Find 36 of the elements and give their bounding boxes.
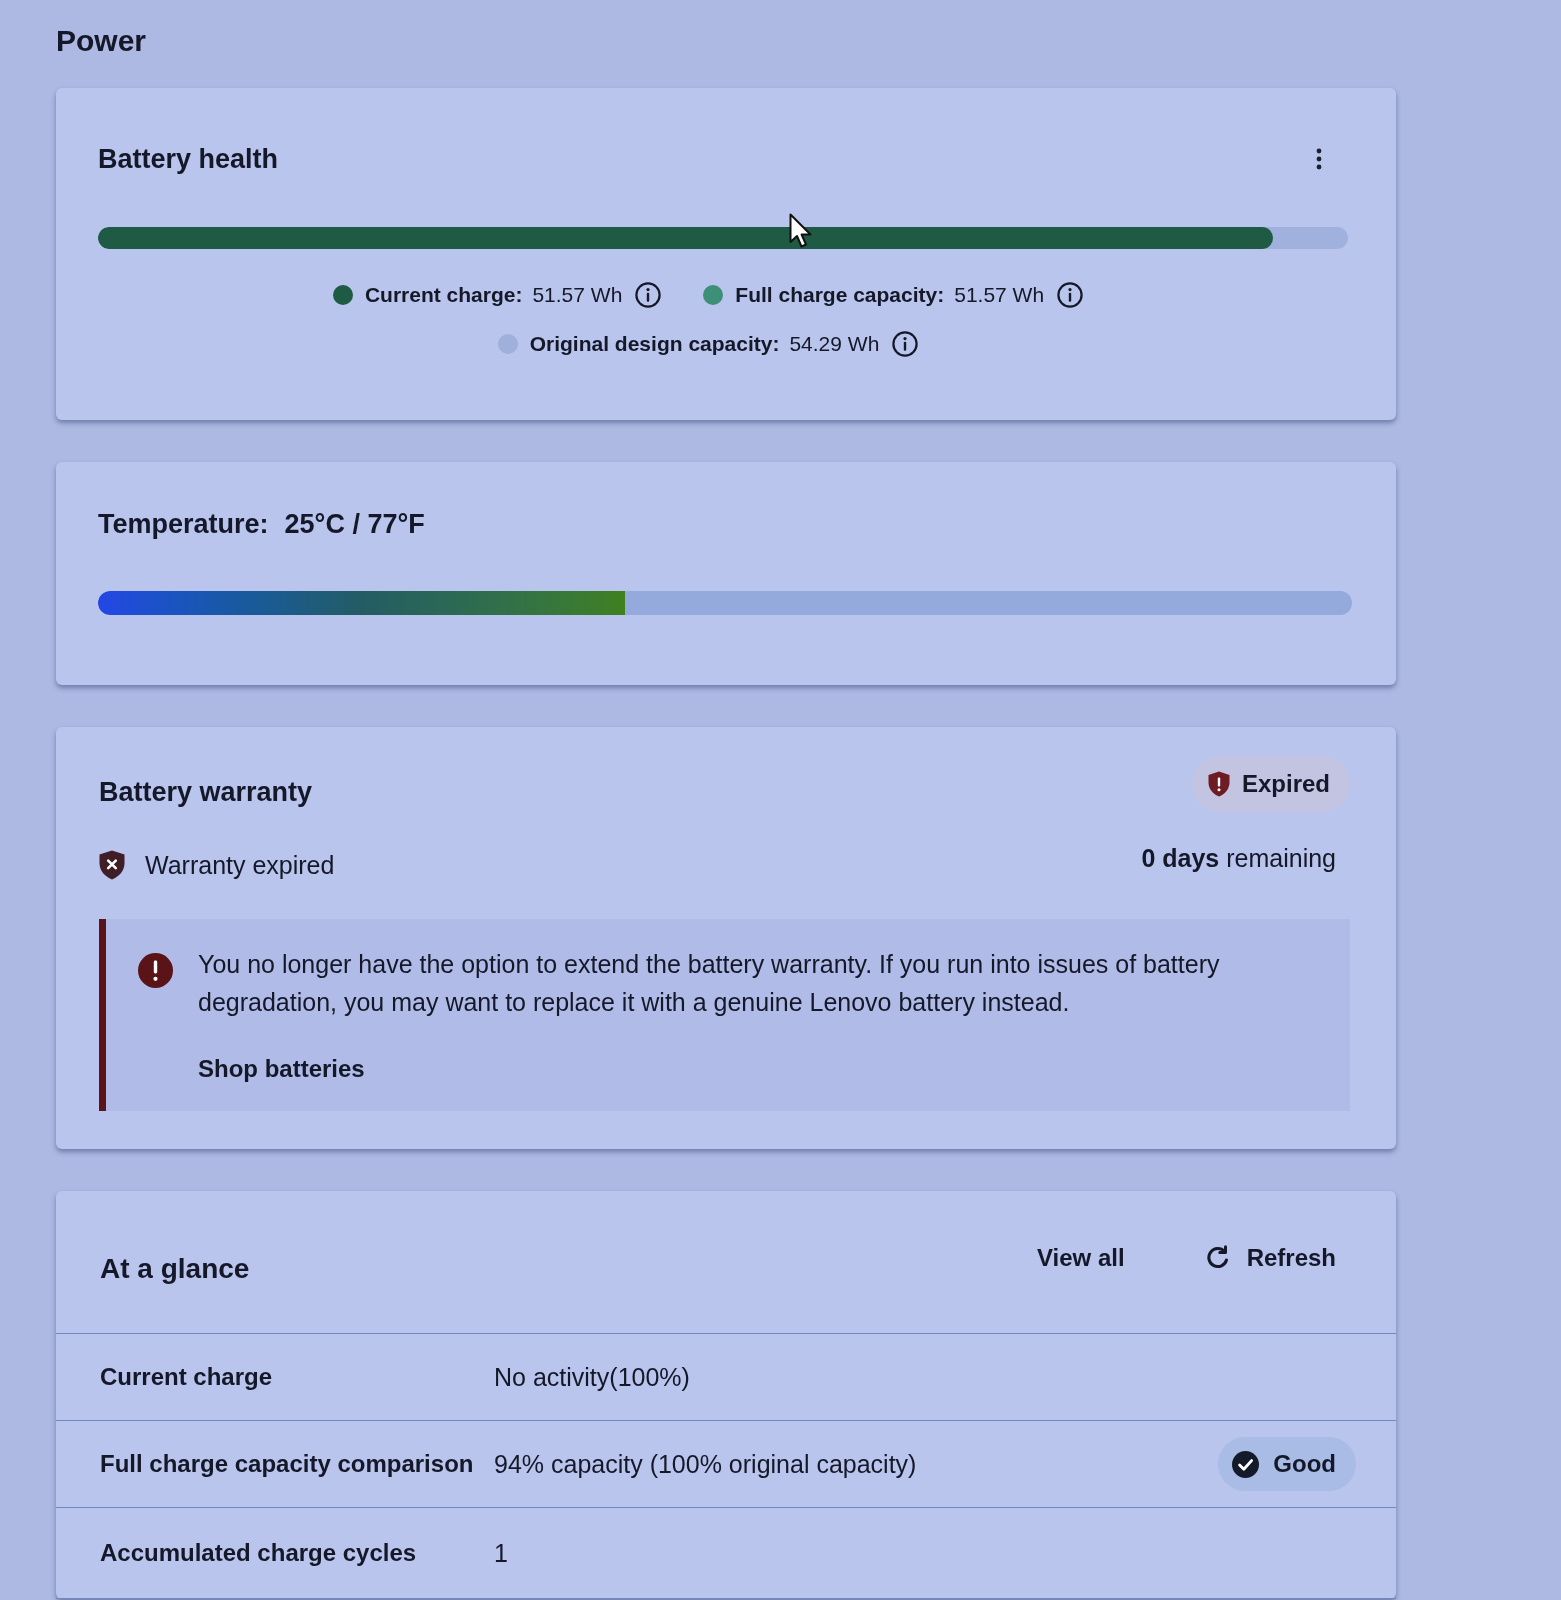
mouse-pointer-icon	[789, 213, 813, 249]
alert-icon	[138, 953, 173, 988]
shield-alert-icon	[1207, 771, 1230, 797]
legend-label: Full charge capacity:	[735, 282, 945, 308]
legend-label: Original design capacity:	[529, 331, 780, 357]
refresh-icon	[1204, 1245, 1231, 1271]
warning-message: You no longer have the option to extend the battery warranty. If you run into issues of battery degradation, you may want to replace it with a genuine Lenovo battery instead.	[198, 949, 1221, 1018]
row-label: Full charge capacity comparison	[100, 1449, 475, 1479]
status-label: Good	[1273, 1449, 1336, 1479]
check-circle-icon	[1232, 1450, 1260, 1478]
view-all-link[interactable]: View all	[1037, 1243, 1125, 1273]
legend-value: 54.29 Wh	[789, 331, 880, 357]
card-title: Battery health	[98, 144, 279, 174]
more-options-icon[interactable]	[1316, 148, 1322, 170]
row-value: No activity(100%)	[494, 1362, 690, 1392]
warranty-status: Warranty expired	[145, 850, 335, 880]
row-label: Current charge	[100, 1362, 274, 1392]
legend-label: Current charge:	[364, 282, 523, 308]
status-label: Expired	[1241, 769, 1330, 799]
refresh-button[interactable]: Refresh	[1204, 1243, 1336, 1273]
temperature-label: Temperature:	[98, 509, 269, 539]
days-remaining: 0 days remaining	[1141, 843, 1336, 873]
legend-value: 51.57 Wh	[532, 282, 623, 308]
card-title: Battery warranty	[99, 777, 313, 807]
page-title: Power	[56, 23, 148, 59]
card-title: At a glance	[100, 1254, 250, 1284]
shield-x-icon	[99, 850, 125, 880]
temperature-value: 25°C / 77°F	[284, 509, 425, 539]
info-icon[interactable]	[892, 331, 919, 357]
shop-batteries-link[interactable]: Shop batteries	[198, 1054, 365, 1084]
info-icon[interactable]	[1057, 282, 1084, 308]
row-value: 94% capacity (100% original capacity)	[494, 1449, 917, 1479]
legend-value: 51.57 Wh	[954, 282, 1045, 308]
row-value: 1	[494, 1538, 508, 1568]
row-label: Accumulated charge cycles	[100, 1538, 418, 1568]
info-icon[interactable]	[635, 282, 662, 308]
